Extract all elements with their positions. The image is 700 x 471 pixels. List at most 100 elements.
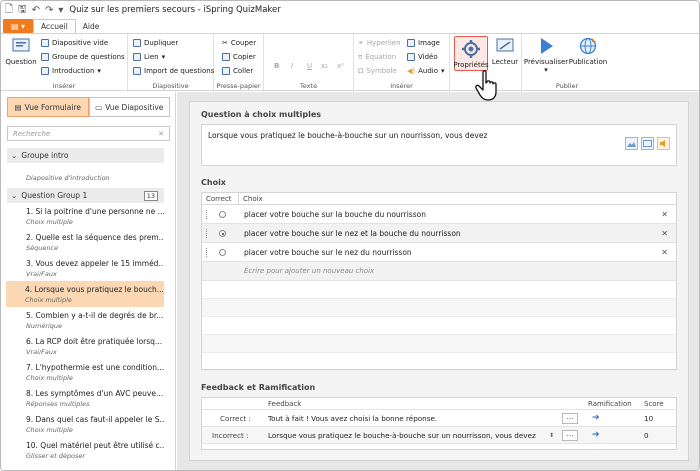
add-choice-row[interactable]: Écrire pour ajouter un nouveau choix <box>202 262 676 281</box>
choices-table-header: Correct Choix <box>202 193 676 205</box>
list-item[interactable]: 1. Si la poitrine d'une personne ne ... C… <box>7 203 164 229</box>
list-item[interactable]: 8. Les symptômes d'un AVC peuve... Répons… <box>7 385 164 411</box>
correct-radio-selected[interactable] <box>219 230 226 237</box>
undo-icon[interactable]: ↶ <box>32 5 40 16</box>
player-button[interactable]: Lecteur <box>491 36 519 66</box>
ribbon-group-diapositive: Dupliquer Lien ▾ Import de questions Diap… <box>128 34 214 92</box>
drag-handle-icon[interactable] <box>206 248 208 257</box>
feedback-field[interactable]: Tout à fait ! Vous avez choisi la bonne … <box>268 410 437 426</box>
tab-accueil[interactable]: Accueil <box>33 19 76 33</box>
list-item[interactable]: Diapositive d'introduction <box>7 163 164 185</box>
video-button[interactable]: Vidéo <box>407 53 438 61</box>
count-badge: 13 <box>143 190 158 201</box>
video-icon[interactable] <box>641 137 654 150</box>
choice-row[interactable]: placer votre bouche sur le nez du nourri… <box>202 243 676 262</box>
save-icon[interactable]: 🖫 <box>18 2 27 19</box>
score-field[interactable]: 0 <box>644 427 649 443</box>
question-group-button[interactable]: Groupe de questions <box>41 53 125 61</box>
empty-row <box>202 299 676 317</box>
correct-radio[interactable] <box>219 249 226 256</box>
italic-button[interactable]: I <box>291 62 293 70</box>
slide-view-button[interactable]: ▭ Vue Diapositive <box>88 97 170 117</box>
choice-row[interactable]: placer votre bouche sur la bouche du nou… <box>202 205 676 224</box>
scissors-icon: ✂ <box>222 39 228 47</box>
search-input[interactable]: Recherche ✕ <box>7 126 170 141</box>
cut-button[interactable]: ✂ Couper <box>222 39 256 47</box>
view-switcher: ▤ Vue Formulaire ▭ Vue Diapositive <box>7 97 170 117</box>
speaker-icon[interactable] <box>657 137 670 150</box>
feedback-field[interactable]: Lorsque vous pratiquez le bouche-à-bouch… <box>268 427 536 443</box>
image-button[interactable]: Image <box>407 39 440 47</box>
bold-button[interactable]: B <box>274 62 279 70</box>
list-item[interactable]: 10. Quel matériel peut être utilisé c...… <box>7 437 164 463</box>
redo-icon[interactable]: ↷ <box>45 5 53 16</box>
question-button[interactable]: Question <box>5 36 37 66</box>
symbol-icon: Ω <box>358 67 364 75</box>
tab-aide[interactable]: Aide <box>76 19 107 33</box>
paste-button[interactable]: Coller <box>222 67 253 75</box>
drag-handle-icon[interactable] <box>206 210 208 219</box>
blank-slide-icon <box>41 39 49 47</box>
delete-choice-icon[interactable]: ✕ <box>661 248 668 257</box>
correct-radio[interactable] <box>219 211 226 218</box>
blank-slide-button[interactable]: Diapositive vide <box>41 39 108 47</box>
app-window: 🗋 🖫 ↶ ↷ ▾ Quiz sur les premiers secours … <box>0 0 700 471</box>
clear-icon[interactable]: ✕ <box>158 130 164 138</box>
link-button[interactable]: Lien ▾ <box>133 53 165 61</box>
drag-handle-icon[interactable] <box>206 229 208 238</box>
delete-choice-icon[interactable]: ✕ <box>661 210 668 219</box>
branch-arrow-icon[interactable]: ➔ <box>592 413 600 423</box>
customize-icon[interactable]: ▾ <box>58 5 63 16</box>
scroll-stepper-icon[interactable]: ⬍ <box>549 427 554 443</box>
score-field[interactable]: 10 <box>644 410 653 426</box>
publish-button[interactable]: Publication <box>568 36 608 66</box>
import-questions-button[interactable]: Import de questions <box>133 67 214 75</box>
list-item[interactable]: 6. La RCP doit être pratiquée lorsq... Vr… <box>7 333 164 359</box>
form-view-button[interactable]: ▤ Vue Formulaire <box>7 97 89 117</box>
group-header-intro[interactable]: ⌄ Groupe intro <box>7 148 164 163</box>
list-item[interactable]: 9. Dans quel cas faut-il appeler le S...… <box>7 411 164 437</box>
feedback-row-incorrect: Incorrect : Lorsque vous pratiquez le bo… <box>202 427 676 444</box>
question-group-icon <box>41 53 49 61</box>
video-icon <box>407 53 415 61</box>
equation-button[interactable]: π Équation <box>358 53 396 61</box>
more-button[interactable]: ··· <box>562 413 578 424</box>
question-media-toolbar <box>625 137 670 150</box>
editor-area: Question à choix multiples Lorsque vous … <box>177 92 699 470</box>
import-icon <box>133 67 141 75</box>
slide-view-icon: ▭ <box>95 102 103 112</box>
delete-choice-icon[interactable]: ✕ <box>661 229 668 238</box>
underline-button[interactable]: U <box>307 62 312 70</box>
list-item[interactable]: 2. Quelle est la séquence des prem... Séq… <box>7 229 164 255</box>
empty-row <box>202 281 676 299</box>
ribbon-group-publier: Prévisualiser ▾ Publication Publier <box>522 34 612 92</box>
subscript-button[interactable]: x₂ <box>321 62 328 70</box>
duplicate-button[interactable]: Dupliquer <box>133 39 178 47</box>
ribbon-tabs: ▤ ▾ Accueil Aide <box>1 19 699 33</box>
choice-row[interactable]: placer votre bouche sur le nez et la bou… <box>202 224 676 243</box>
symbol-button[interactable]: Ω Symbole <box>358 67 397 75</box>
list-item-selected[interactable]: 4. Lorsque vous pratiquez le bouch... Cho… <box>6 281 164 307</box>
question-text-field[interactable]: Lorsque vous pratiquez le bouche-à-bouch… <box>201 124 677 166</box>
new-file-icon[interactable]: 🗋 <box>5 2 13 19</box>
ribbon-group-inserer-media: ⚭ Hyperlien π Équation Ω Symbole Image Vidé… <box>354 34 450 92</box>
image-icon[interactable] <box>625 137 638 150</box>
hyperlink-button[interactable]: ⚭ Hyperlien <box>358 39 401 47</box>
link-icon <box>133 53 141 61</box>
empty-row <box>202 335 676 353</box>
properties-button[interactable]: Propriétés <box>453 36 489 71</box>
audio-button[interactable]: ◀) Audio ▾ <box>407 67 445 75</box>
empty-row <box>202 317 676 335</box>
file-menu-button[interactable]: ▤ ▾ <box>3 19 33 33</box>
more-button[interactable]: ··· <box>562 430 578 441</box>
branch-arrow-icon[interactable]: ➔ <box>592 430 600 440</box>
list-item[interactable]: 3. Vous devez appeler le 15 imméd... Vrai… <box>7 255 164 281</box>
superscript-button[interactable]: x² <box>337 62 344 70</box>
list-item[interactable]: 5. Combien y a-t-il de degrés de br... Nu… <box>7 307 164 333</box>
copy-button[interactable]: Copier <box>222 53 256 61</box>
list-item[interactable]: 7. L'hypothermie est une condition... Cho… <box>7 359 164 385</box>
introduction-button[interactable]: Introduction ▾ <box>41 67 101 75</box>
preview-button[interactable]: Prévisualiser ▾ <box>524 36 568 74</box>
group-header-question-group-1[interactable]: ⌄ Question Group 1 13 <box>7 188 164 203</box>
ribbon-group-texte: B I U x₂ x² Texte <box>264 34 354 92</box>
